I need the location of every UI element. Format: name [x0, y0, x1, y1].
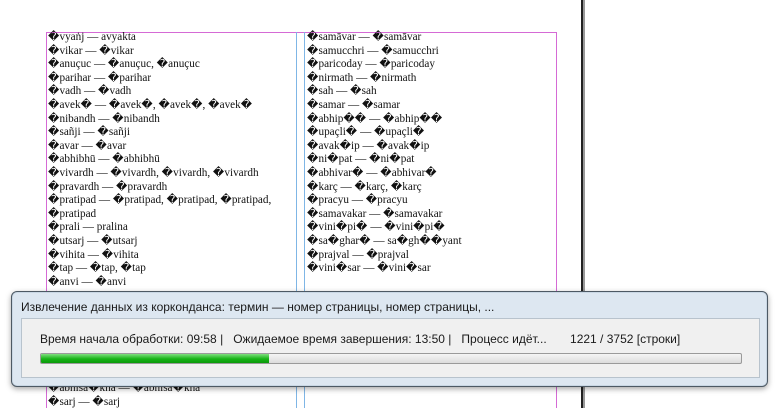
concordance-line: �vikar — �vikar [48, 44, 134, 57]
concordance-line: �utsarj — �utsarj [48, 234, 138, 247]
concordance-line: �sarj — �sarj [48, 395, 121, 408]
concordance-line: �nibandh — �nibandh [48, 112, 160, 125]
concordance-line: �sañji — �sañji [48, 126, 130, 139]
concordance-line: �ni�pat — �ni�pat [307, 153, 415, 166]
concordance-line: �avek� — �avek�, �avek�, �avek� [48, 98, 253, 111]
concordance-line: �samāvar — �samāvar [307, 31, 422, 43]
concordance-line: �abhivar� — �abhivar� [307, 166, 437, 179]
progress-count-text: 1221 / 3752 [строки] [570, 332, 681, 346]
concordance-line: �vini�pi� — �vini�pi� [307, 221, 445, 234]
concordance-line: �karç — �karç, �karç [307, 180, 422, 193]
progress-bar-fill [41, 354, 269, 363]
concordance-line: �sa�ghar� — sa�gh��yant [307, 234, 462, 247]
process-status-text: Процесс идёт... [461, 332, 547, 346]
concordance-line: �vini�sar — �vini�sar [307, 262, 431, 275]
progress-dialog: Извлечение данных из корконданса: термин… [11, 291, 768, 387]
concordance-line: �anuçuc — �anuçuc, �anuçuc [48, 58, 200, 71]
text-column-right: �samāvar — �samāvar �samucchri — �samucch… [307, 31, 462, 276]
concordance-line: �vyaṅj — avyakta [48, 31, 136, 43]
concordance-line: �avak�ip — �avak�ip [307, 139, 430, 152]
concordance-line: �pratipad — �pratipad, �pratipad, �prati… [48, 194, 272, 207]
concordance-line: �pracyu — �pracyu [307, 194, 408, 207]
concordance-line: �abhibhū — �abhibhū [48, 153, 160, 166]
concordance-line: �samucchri — �samucchri [307, 44, 439, 57]
progress-bar [40, 353, 742, 364]
concordance-line: �avar — �avar [48, 139, 127, 152]
concordance-line: �vihita — �vihita [48, 248, 139, 261]
concordance-line: �pratipad [48, 207, 97, 220]
concordance-line: �sah — �sah [307, 85, 377, 98]
concordance-line: �abhip�� — �abhip�� [307, 112, 443, 125]
concordance-line: �vivardh — �vivardh, �vivardh, �vivardh [48, 166, 259, 179]
concordance-line: �vadh — �vadh [48, 85, 132, 98]
concordance-line: �prajval — �prajval [307, 248, 409, 261]
dialog-panel: Время начала обработки: 09:58 | Ожидаемо… [21, 318, 760, 378]
status-row: Время начала обработки: 09:58 | Ожидаемо… [40, 332, 680, 346]
concordance-line: �paricoday — �paricoday [307, 58, 435, 71]
concordance-line: �prali — pralina [48, 221, 128, 234]
text-column-left: �vyaṅj — avyakta �vikar — �vikar �anuçuc —… [48, 31, 271, 289]
start-time-text: Время начала обработки: 09:58 | [40, 332, 224, 346]
concordance-line: �tap — �tap, �tap [48, 262, 146, 275]
concordance-line: �pravardh — �pravardh [48, 180, 168, 193]
concordance-line: �anvi — �anvi [48, 275, 127, 288]
concordance-line: �nirmath — �nirmath [307, 71, 417, 84]
concordance-line: �parihar — �parihar [48, 71, 152, 84]
concordance-line: �samavakar — �samavakar [307, 207, 443, 220]
concordance-line: �upaçli� — �upaçli� [307, 126, 425, 139]
eta-text: Ожидаемое время завершения: 13:50 | [233, 332, 452, 346]
concordance-line: �samar — �samar [307, 98, 401, 111]
dialog-title: Извлечение данных из корконданса: термин… [21, 300, 495, 314]
